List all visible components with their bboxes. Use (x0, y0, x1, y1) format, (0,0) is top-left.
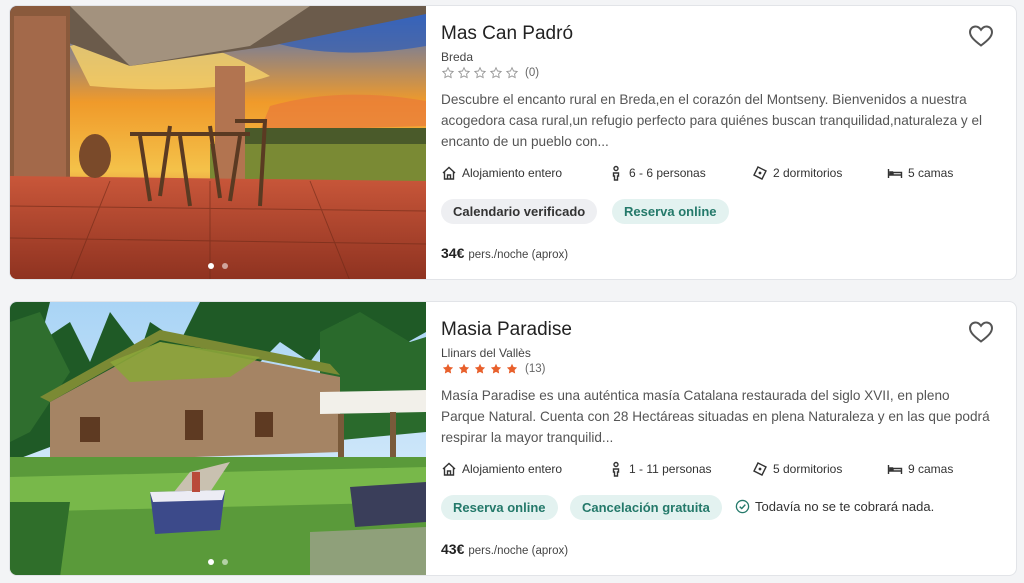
listing-title[interactable]: Mas Can Padró (441, 23, 573, 45)
listing-location: Llinars del Vallès (441, 346, 531, 360)
feature-beds: 9 camas (887, 461, 953, 477)
feature-bedrooms: 2 dormitorios (752, 165, 842, 181)
carousel-dot[interactable] (222, 559, 228, 565)
price-amount: 34€ (441, 245, 465, 261)
star-filled-icon (458, 363, 470, 374)
feature-label: 5 camas (908, 166, 954, 180)
feature-beds: 5 camas (887, 165, 953, 181)
feature-bedrooms: 5 dormitorios (752, 461, 842, 477)
rating-count: (0) (525, 67, 540, 79)
feature-accommodation-type: Alojamiento entero (441, 165, 562, 181)
listing-title[interactable]: Masia Paradise (441, 319, 572, 341)
house-icon (442, 166, 456, 180)
door-key-icon (753, 166, 767, 180)
listing-details: Masia Paradise Llinars del Vallès (13) M… (441, 302, 1016, 575)
tag-verified-calendar[interactable]: Calendario verificado (441, 199, 598, 224)
heart-icon[interactable] (968, 320, 994, 344)
no-charge-notice: Todavía no se te cobrará nada. (735, 499, 934, 514)
star-empty-icon (489, 66, 503, 79)
bed-icon (887, 169, 903, 178)
feature-accommodation-type: Alojamiento entero (441, 461, 562, 477)
tag-free-cancellation[interactable]: Cancelación gratuita (570, 495, 722, 520)
rating-count: (13) (525, 363, 546, 375)
terrace-sunset-photo (10, 6, 426, 279)
listing-card[interactable]: Masia Paradise Llinars del Vallès (13) M… (9, 301, 1017, 576)
photo-carousel-dots[interactable] (10, 263, 426, 269)
rating: (0) (441, 66, 539, 80)
price-unit: pers./noche (aprox) (468, 249, 569, 261)
listing-location: Breda (441, 50, 474, 64)
check-circle-icon (735, 499, 750, 514)
feature-guests: 1 - 11 personas (608, 461, 712, 477)
listing-description: Masía Paradise es una auténtica masía Ca… (441, 388, 990, 445)
star-filled-icon (442, 363, 454, 374)
feature-label: 2 dormitorios (773, 166, 843, 180)
no-charge-text: Todavía no se te cobrará nada. (755, 499, 935, 514)
feature-label: 9 camas (908, 462, 954, 476)
house-icon (442, 462, 456, 476)
star-filled-icon (474, 363, 486, 374)
star-empty-icon (441, 66, 455, 79)
feature-label: 6 - 6 personas (629, 166, 706, 180)
photo-carousel-dots[interactable] (10, 559, 426, 565)
door-key-icon (753, 462, 767, 476)
feature-label: 5 dormitorios (773, 462, 843, 476)
bed-icon (887, 465, 903, 474)
star-empty-icon (473, 66, 487, 79)
carousel-dot[interactable] (208, 559, 214, 565)
star-filled-icon (506, 363, 518, 374)
carousel-dot[interactable] (222, 263, 228, 269)
price: 43€ pers./noche (aprox) (441, 541, 568, 557)
listing-card[interactable]: Mas Can Padró Breda (0) Descubre el enca… (9, 5, 1017, 280)
tag-online-booking[interactable]: Reserva online (441, 495, 558, 520)
stone-farmhouse-photo (10, 302, 426, 575)
carousel-dot[interactable] (208, 263, 214, 269)
rating: (13) (441, 362, 545, 376)
star-filled-icon (490, 363, 502, 374)
person-icon (612, 461, 620, 477)
person-icon (612, 165, 620, 181)
heart-icon[interactable] (968, 24, 994, 48)
price-unit: pers./noche (aprox) (468, 545, 569, 557)
feature-guests: 6 - 6 personas (608, 165, 706, 181)
feature-label: Alojamiento entero (462, 462, 563, 476)
listing-description: Descubre el encanto rural en Breda,en el… (441, 92, 983, 149)
listing-details: Mas Can Padró Breda (0) Descubre el enca… (441, 6, 1016, 279)
feature-label: Alojamiento entero (462, 166, 563, 180)
price: 34€ pers./noche (aprox) (441, 245, 568, 261)
star-empty-icon (505, 66, 519, 79)
star-empty-icon (457, 66, 471, 79)
price-amount: 43€ (441, 541, 465, 557)
tag-online-booking[interactable]: Reserva online (612, 199, 729, 224)
listing-photo[interactable] (10, 302, 426, 575)
listing-photo[interactable] (10, 6, 426, 279)
feature-label: 1 - 11 personas (629, 462, 712, 476)
